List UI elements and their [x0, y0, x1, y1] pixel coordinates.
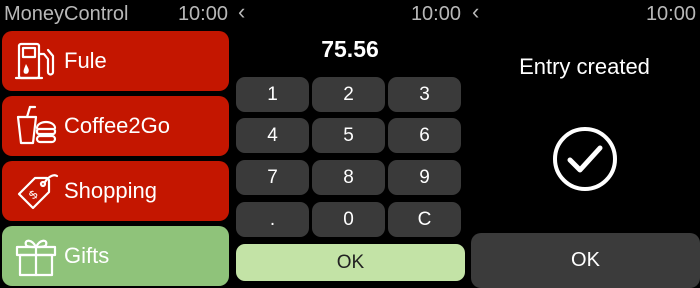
svg-text:$: $	[26, 187, 41, 202]
back-chevron-icon[interactable]: ‹	[472, 1, 479, 23]
status-bar: ‹ 10:00	[469, 0, 700, 28]
key-8[interactable]: 8	[312, 160, 385, 195]
gift-box-icon	[10, 232, 62, 280]
confirmation-message: Entry created	[519, 54, 650, 79]
coffee-cup-icon	[10, 102, 62, 150]
key-decimal[interactable]: .	[236, 202, 309, 237]
key-3[interactable]: 3	[388, 77, 461, 112]
checkmark-circle-icon	[553, 127, 617, 191]
category-label: Gifts	[64, 243, 110, 268]
ok-button[interactable]: OK	[471, 233, 700, 288]
amount-entry-screen: ‹ 10:00 75.56 1 2 3 4 5 6 7 8 9 . 0 C OK	[235, 0, 465, 288]
category-label: Coffee2Go	[64, 113, 171, 138]
category-screen: MoneyControl 10:00 Fule Coffee2Go $ Shop…	[0, 0, 232, 288]
clock: 10:00	[410, 3, 461, 25]
status-bar: ‹ 10:00	[235, 0, 465, 28]
category-label: Fule	[64, 48, 107, 73]
key-2[interactable]: 2	[312, 77, 385, 112]
status-bar: MoneyControl 10:00	[0, 0, 232, 28]
clock: 10:00	[645, 3, 696, 25]
category-gifts-button[interactable]: Gifts	[2, 226, 229, 286]
back-chevron-icon[interactable]: ‹	[238, 1, 245, 23]
key-9[interactable]: 9	[388, 160, 461, 195]
app-title: MoneyControl	[4, 3, 129, 25]
key-clear[interactable]: C	[388, 202, 461, 237]
key-7[interactable]: 7	[236, 160, 309, 195]
ok-button[interactable]: OK	[236, 244, 465, 281]
key-0[interactable]: 0	[312, 202, 385, 237]
price-tag-icon: $	[10, 167, 62, 215]
fuel-pump-icon	[10, 37, 62, 85]
category-label: Shopping	[64, 178, 157, 203]
category-coffee-button[interactable]: Coffee2Go	[2, 96, 229, 156]
amount-display: 75.56	[321, 36, 379, 62]
key-6[interactable]: 6	[388, 118, 461, 153]
key-1[interactable]: 1	[236, 77, 309, 112]
key-4[interactable]: 4	[236, 118, 309, 153]
category-fuel-button[interactable]: Fule	[2, 31, 229, 91]
confirmation-screen: ‹ 10:00 Entry created OK	[469, 0, 700, 288]
category-shopping-button[interactable]: $ Shopping	[2, 161, 229, 221]
clock: 10:00	[177, 3, 228, 25]
key-5[interactable]: 5	[312, 118, 385, 153]
